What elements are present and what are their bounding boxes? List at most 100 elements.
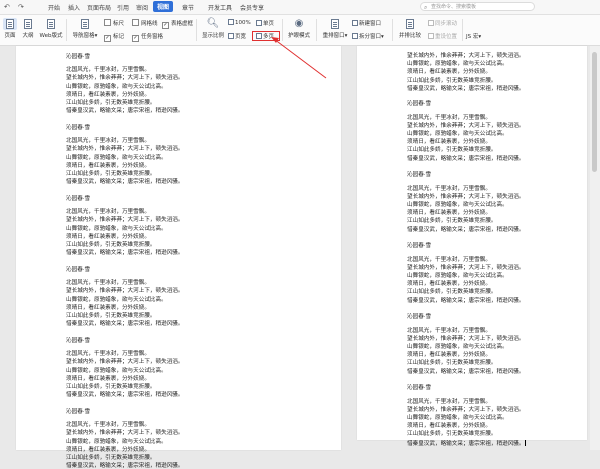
poem-line: 惜秦皇汉武，略输文采；唐宗宋祖，稍逊风骚。 <box>66 392 184 399</box>
reset-position-button[interactable]: 重设位置 <box>428 32 457 40</box>
tab-4[interactable]: 审阅 <box>136 3 148 12</box>
poem-line: 须晴日，看红装素裹，分外妖娆。 <box>407 139 491 146</box>
poem-line: 须晴日，看红装素裹，分外妖娆。 <box>66 233 150 240</box>
document-page-right[interactable]: 望长城内外，惟余莽莽；大河上下，顿失滔滔。 山舞银蛇，原驰蜡象，欲与天公试比高。须… <box>357 46 587 447</box>
poem-line: 惜秦皇汉武，略输文采；唐宗宋祖，稍逊风骚。 <box>407 85 525 92</box>
poem-line: 须晴日，看红装素裹，分外妖娆。 <box>66 91 150 98</box>
search-icon: ⌕ <box>424 4 428 11</box>
poem-title: 沁园春·雪 <box>66 125 91 131</box>
poem-line: 江山如此多娇，引无数英雄竞折腰。 <box>407 147 497 154</box>
tab-2[interactable]: 页面布局 <box>87 3 111 12</box>
poem-line: 望长城内外，惟余莽莽；大河上下，顿失滔滔。 <box>407 53 525 59</box>
undo-icon[interactable]: ↶ <box>4 3 10 11</box>
page-view-button[interactable]: 页面 <box>2 18 18 39</box>
poem-line: 山舞银蛇，原驰蜡象，欲与天公试比高。 <box>407 201 508 208</box>
zoom-label: 显示比例 <box>201 33 224 39</box>
tab-0[interactable]: 开始 <box>48 3 60 12</box>
task-pane-label: 任务窗格 <box>141 34 164 40</box>
poem-line: 惜秦皇汉武，略输文采；唐宗宋祖，稍逊风骚。 <box>407 155 525 162</box>
tab-6[interactable]: 章节 <box>182 3 194 12</box>
poem-line: 惜秦皇汉武，略输文采；唐宗宋祖，稍逊风骚。 <box>407 368 525 375</box>
nav-pane-button[interactable]: 导航窗格▾ <box>70 18 100 39</box>
poem-title: 沁园春·雪 <box>66 409 91 415</box>
zoom-button[interactable]: 🔍︎ 显示比例 <box>200 18 226 39</box>
poem-title: 沁园春·雪 <box>407 314 432 321</box>
task-pane-checkbox[interactable]: ✓ 任务窗格 <box>132 32 163 42</box>
poem-line: 惜秦皇汉武，略输文采；唐宗宋祖，稍逊风骚。 <box>407 439 527 447</box>
poem-line: 惜秦皇汉武，略输文采；唐宗宋祖，稍逊风骚。 <box>66 179 184 186</box>
poem-line: 须晴日，看红装素裹，分外妖娆。 <box>407 423 491 430</box>
new-window-button[interactable]: 新建窗口 <box>352 19 381 27</box>
poem-title: 沁园春·雪 <box>407 243 432 250</box>
eye-mode-button[interactable]: ◉ 护眼模式 <box>286 18 312 39</box>
split-window-label: 拆分窗口 <box>359 34 382 40</box>
ruler-label: 标尺 <box>113 21 125 27</box>
sync-scroll-label: 同步滚动 <box>435 21 458 27</box>
poem-line: 惜秦皇汉武，略输文采；唐宗宋祖，稍逊风骚。 <box>407 297 525 304</box>
eye-mode-label: 护眼模式 <box>287 33 310 39</box>
poem-line: 山舞银蛇，原驰蜡象，欲与天公试比高。 <box>407 414 508 421</box>
js-macro-button[interactable]: JS 宏▾ <box>466 32 481 40</box>
tab-3[interactable]: 引用 <box>117 3 129 12</box>
page-width-button[interactable]: 页宽 <box>228 32 246 40</box>
tab-7[interactable]: 开发工具 <box>208 3 232 12</box>
view-ribbon: 页面 大纲 Web版式 导航窗格▾ 标尺 网格线 ✓ 表格虚框 ✓ 标记 ✓ 任务窗格… <box>0 15 600 46</box>
table-gridlines-checkbox[interactable]: ✓ 表格虚框 <box>162 19 193 29</box>
sync-scroll-button[interactable]: 同步滚动 <box>428 19 457 27</box>
poem-line: 望长城内外，惟余莽莽；大河上下，顿失滔滔。 <box>66 288 184 295</box>
poem-line: 望长城内外，惟余莽莽；大河上下，顿失滔滔。 <box>66 146 184 153</box>
poem-line: 惜秦皇汉武，略输文采；唐宗宋祖，稍逊风骚。 <box>407 226 525 233</box>
tab-5[interactable]: 视图 <box>153 1 174 12</box>
gridlines-checkbox[interactable]: 网格线 <box>132 19 158 27</box>
poem-line: 山舞银蛇，原驰蜡象，欲与天公试比高。 <box>407 343 508 350</box>
poem-line: 北国风光，千里冰封，万里雪飘。 <box>407 185 491 192</box>
poem-line: 江山如此多娇，引无数英雄竞折腰。 <box>66 454 156 461</box>
poem-title: 沁园春·雪 <box>407 172 432 179</box>
document-page-left[interactable]: 沁园春·雪 北国风光，千里冰封，万里雪飘。 望长城内外，惟余莽莽；大河上下，顿失滔滔… <box>16 46 341 469</box>
tab-1[interactable]: 插入 <box>68 3 80 12</box>
new-window-label: 新建窗口 <box>359 21 382 27</box>
new-window-icon <box>352 20 358 26</box>
nav-pane-icon <box>78 18 92 30</box>
zoom-100-button[interactable]: 100% <box>228 19 251 26</box>
split-window-icon <box>352 33 358 39</box>
poem-line: 望长城内外，惟余莽莽；大河上下，顿失滔滔。 <box>407 264 525 271</box>
poem-line: 江山如此多娇，引无数英雄竞折腰。 <box>66 170 156 177</box>
split-window-button[interactable]: 拆分窗口▾ <box>352 32 384 40</box>
poem-line: 江山如此多娇，引无数英雄竞折腰。 <box>66 99 156 106</box>
one-page-button[interactable]: 单页 <box>256 19 274 27</box>
poem-title: 沁园春·雪 <box>407 385 432 392</box>
outline-view-button[interactable]: 大纲 <box>20 18 36 39</box>
split-window-dropdown-icon: ▾ <box>381 34 384 40</box>
side-by-side-icon <box>403 18 417 30</box>
zoom-100-icon <box>228 19 234 25</box>
tab-8[interactable]: 会员专享 <box>240 3 264 12</box>
poem-line: 须晴日，看红装素裹，分外妖娆。 <box>66 304 150 311</box>
poem-line: 北国风光，千里冰封，万里雪飘。 <box>407 327 491 334</box>
redo-icon[interactable]: ↷ <box>18 3 24 11</box>
reset-window-button[interactable]: 重排窗口▾ <box>320 18 350 39</box>
poem-line: 须晴日，看红装素裹，分外妖娆。 <box>407 281 491 288</box>
web-layout-button[interactable]: Web版式 <box>38 18 64 39</box>
poem-line: 北国风光，千里冰封，万里雪飘。 <box>66 67 150 74</box>
poem-line: 北国风光，千里冰封，万里雪飘。 <box>66 138 150 145</box>
marks-checkbox[interactable]: ✓ 标记 <box>104 32 124 42</box>
poem-line: 惜秦皇汉武，略输文采；唐宗宋祖，稍逊风骚。 <box>66 463 184 469</box>
search-input[interactable]: ⌕ 查找命令、搜索模板 <box>420 2 535 11</box>
poem-line: 望长城内外，惟余莽莽；大河上下，顿失滔滔。 <box>407 122 525 129</box>
zoom-value: 100% <box>235 20 251 26</box>
side-by-side-label: 并排比较 <box>398 33 421 39</box>
one-page-label: 单页 <box>263 21 275 27</box>
poem-line: 望长城内外，惟余莽莽；大河上下，顿失滔滔。 <box>407 406 525 413</box>
side-by-side-button[interactable]: 并排比较 <box>396 18 424 39</box>
page-view-label: 页面 <box>4 33 16 39</box>
vertical-scrollbar[interactable] <box>590 46 600 450</box>
magnifier-icon: 🔍︎ <box>206 18 220 29</box>
poem-line: 江山如此多娇，引无数英雄竞折腰。 <box>407 360 497 367</box>
poem-line: 山舞银蛇，原驰蜡象，欲与天公试比高。 <box>66 225 167 232</box>
outline-view-icon <box>21 18 35 30</box>
poem-line: 江山如此多娇，引无数英雄竞折腰。 <box>407 218 497 225</box>
poem-line: 江山如此多娇，引无数英雄竞折腰。 <box>407 431 497 438</box>
ruler-checkbox[interactable]: 标尺 <box>104 19 124 27</box>
poem-line: 山舞银蛇，原驰蜡象，欲与天公试比高。 <box>66 438 167 445</box>
